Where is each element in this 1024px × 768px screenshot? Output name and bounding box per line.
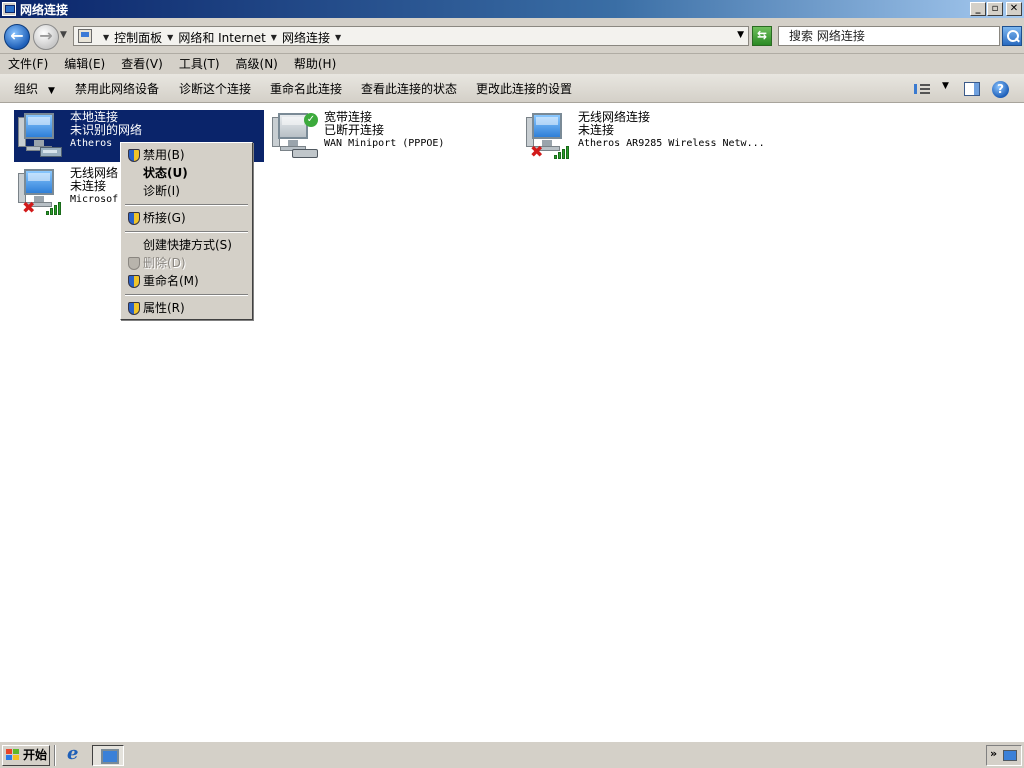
menu-item-properties[interactable]: 属性(R) [123,299,250,317]
menu-item-delete: 删除(D) [123,254,250,272]
connection-status: 已断开连接 [324,123,385,137]
menu-edit[interactable]: 编辑(E) [56,54,113,74]
view-status-button[interactable]: 查看此连接的状态 [361,80,457,97]
chevron-down-icon[interactable]: ▼ [335,33,341,42]
menu-item-create-shortcut[interactable]: 创建快捷方式(S) [123,236,250,254]
menu-view[interactable]: 查看(V) [113,54,171,74]
organize-label: 组织 [14,82,39,96]
system-tray: » [986,745,1022,766]
address-box[interactable]: ▼ 控制面板 ▼ 网络和 Internet ▼ 网络连接 ▼ ▼ [73,26,749,46]
signal-strength-icon [554,145,572,159]
computer-icon: ✓ [272,113,318,159]
menu-separator [125,231,248,233]
close-button[interactable]: ✕ [1006,2,1022,16]
breadcrumb-control-panel[interactable]: 控制面板 [114,29,162,46]
back-button[interactable]: ← [4,24,30,50]
disconnected-x-icon: ✖ [22,198,36,217]
chevron-down-icon[interactable]: ▼ [103,33,109,42]
search-input[interactable]: 搜索 网络连接 [778,26,1000,46]
connection-status: 未连接 [578,123,615,137]
command-bar: 组织 ▼ 禁用此网络设备 诊断这个连接 重命名此连接 查看此连接的状态 更改此连接… [0,74,1024,103]
disable-device-button[interactable]: 禁用此网络设备 [75,80,159,97]
connection-wireless[interactable]: ✖ 无线网络连接 未连接 Atheros AR9285 Wireless Net… [522,110,772,162]
internet-explorer-icon[interactable] [62,743,88,766]
menu-item-bridge[interactable]: 桥接(G) [123,209,250,227]
connection-status: 未连接 [70,179,107,193]
disconnected-x-icon: ✖ [530,142,544,161]
taskbar-network-connections-window[interactable] [92,745,124,766]
maximize-button[interactable]: ▫ [987,2,1003,16]
taskbar-separator [54,745,56,766]
refresh-button[interactable]: ⇆ [752,26,772,46]
change-settings-button[interactable]: 更改此连接的设置 [476,80,572,97]
windows-logo-icon [6,749,20,762]
menu-item-disable[interactable]: 禁用(B) [123,146,250,164]
control-panel-icon [78,29,92,43]
menu-item-diagnose[interactable]: 诊断(I) [123,182,250,200]
forward-button[interactable]: → [33,24,59,50]
chevron-down-icon: ▼ [48,86,55,96]
connection-device: Microsof [70,194,119,205]
connected-check-icon: ✓ [304,113,318,127]
address-dropdown-icon[interactable]: ▼ [737,30,744,40]
menu-file[interactable]: 文件(F) [0,54,56,74]
start-label: 开始 [23,748,48,762]
network-adapter-icon [40,147,62,157]
title-bar: 网络连接 _ ▫ ✕ [0,0,1024,18]
menu-separator [125,294,248,296]
chevron-down-icon[interactable]: ▼ [167,33,173,42]
shield-icon [128,212,140,225]
taskbar: 开始 » [0,741,1024,768]
menu-item-status[interactable]: 状态(U) [123,164,250,182]
history-dropdown-icon[interactable]: ▼ [60,30,67,40]
signal-strength-icon [46,201,64,215]
help-icon[interactable]: ? [992,81,1009,98]
start-button[interactable]: 开始 [2,745,50,766]
menu-separator [125,204,248,206]
breadcrumb-network-internet[interactable]: 网络和 Internet [178,29,265,46]
rename-button[interactable]: 重命名此连接 [270,80,342,97]
menu-item-rename[interactable]: 重命名(M) [123,272,250,290]
menu-tools[interactable]: 工具(T) [171,54,228,74]
connection-device: WAN Miniport (PPPOE) [324,138,445,149]
modem-icon [292,149,318,158]
address-toolbar: ← → ▼ ▼ 控制面板 ▼ 网络和 Internet ▼ 网络连接 ▼ ▼ ⇆… [0,18,1024,54]
shield-icon [128,275,140,288]
shield-icon [128,302,140,315]
preview-pane-icon[interactable] [964,82,980,96]
shield-icon [128,149,140,162]
menu-advanced[interactable]: 高级(N) [228,54,286,74]
tray-expand-icon[interactable]: » [990,747,997,760]
minimize-button[interactable]: _ [970,2,986,16]
connection-device: Atheros AR9285 Wireless Netw... [578,138,765,149]
search-icon[interactable] [1002,26,1022,46]
menu-bar: 文件(F) 编辑(E) 查看(V) 工具(T) 高级(N) 帮助(H) [0,54,1024,74]
window-title: 网络连接 [20,3,69,17]
connection-status: 未识别的网络 [70,123,143,137]
context-menu: 禁用(B) 状态(U) 诊断(I) 桥接(G) 创建快捷方式(S) 删除(D) … [120,142,253,320]
computer-icon: ✖ [18,169,64,217]
diagnose-button[interactable]: 诊断这个连接 [179,80,251,97]
breadcrumb-network-connections[interactable]: 网络连接 [282,29,330,46]
connection-broadband[interactable]: ✓ 宽带连接 已断开连接 WAN Miniport (PPPOE) [268,110,518,162]
views-icon[interactable] [914,82,930,96]
menu-help[interactable]: 帮助(H) [286,54,344,74]
breadcrumb: ▼ 控制面板 ▼ 网络和 Internet ▼ 网络连接 ▼ [98,29,346,46]
computer-icon [18,113,62,159]
views-dropdown-icon[interactable]: ▼ [942,81,949,91]
network-tray-icon[interactable] [1003,750,1017,761]
chevron-down-icon[interactable]: ▼ [271,33,277,42]
computer-icon: ✖ [526,113,572,161]
shield-icon [128,257,140,270]
network-connections-icon [2,2,16,16]
organize-button[interactable]: 组织 ▼ [14,80,55,97]
